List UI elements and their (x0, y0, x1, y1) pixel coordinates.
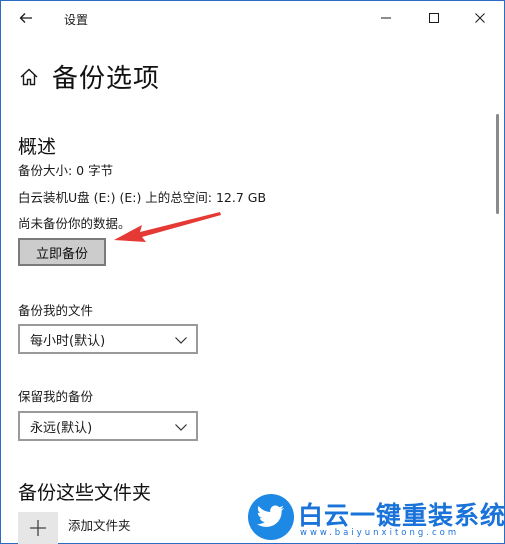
close-icon (475, 13, 485, 23)
window-title: 设置 (64, 13, 89, 27)
retention-value: 永远(默认) (30, 420, 93, 436)
overview-heading: 概述 (18, 136, 57, 158)
frequency-dropdown[interactable]: 每小时(默认) (18, 324, 198, 354)
maximize-icon (429, 13, 439, 23)
plus-icon (30, 520, 46, 536)
add-folder-label[interactable]: 添加文件夹 (68, 515, 131, 534)
total-space-text: 白云装机U盘 (E:) (E:) 上的总空间: 12.7 GB (18, 190, 267, 205)
folders-heading: 备份这些文件夹 (18, 482, 152, 504)
close-button[interactable] (457, 3, 503, 33)
frequency-label: 备份我的文件 (18, 303, 94, 318)
retention-label: 保留我的备份 (18, 389, 94, 404)
page-header: 备份选项 (18, 58, 160, 95)
title-bar: 设置 (1, 1, 504, 35)
page-title: 备份选项 (52, 64, 161, 94)
add-folder-button[interactable] (18, 512, 58, 544)
minimize-icon (381, 17, 391, 19)
back-arrow-icon (19, 13, 32, 23)
retention-dropdown[interactable]: 永远(默认) (18, 411, 198, 441)
maximize-button[interactable] (411, 3, 457, 33)
watermark-brand: 白云一键重装系统 (298, 501, 505, 530)
scrollbar-thumb[interactable] (496, 114, 499, 214)
chevron-down-icon (175, 337, 187, 344)
frequency-value: 每小时(默认) (30, 333, 106, 349)
minimize-button[interactable] (363, 3, 409, 33)
red-arrow-annotation (114, 212, 221, 242)
home-icon[interactable] (18, 66, 40, 88)
twitter-bird-icon (248, 494, 294, 540)
backup-now-button[interactable]: 立即备份 (18, 238, 106, 266)
chevron-down-icon (175, 424, 187, 431)
watermark-url: www.baiyunxitong.com (300, 528, 460, 538)
backup-size-text: 备份大小: 0 字节 (18, 163, 114, 178)
back-button[interactable] (13, 5, 39, 31)
watermark: 白云一键重装系统 www.baiyunxitong.com (248, 494, 505, 542)
